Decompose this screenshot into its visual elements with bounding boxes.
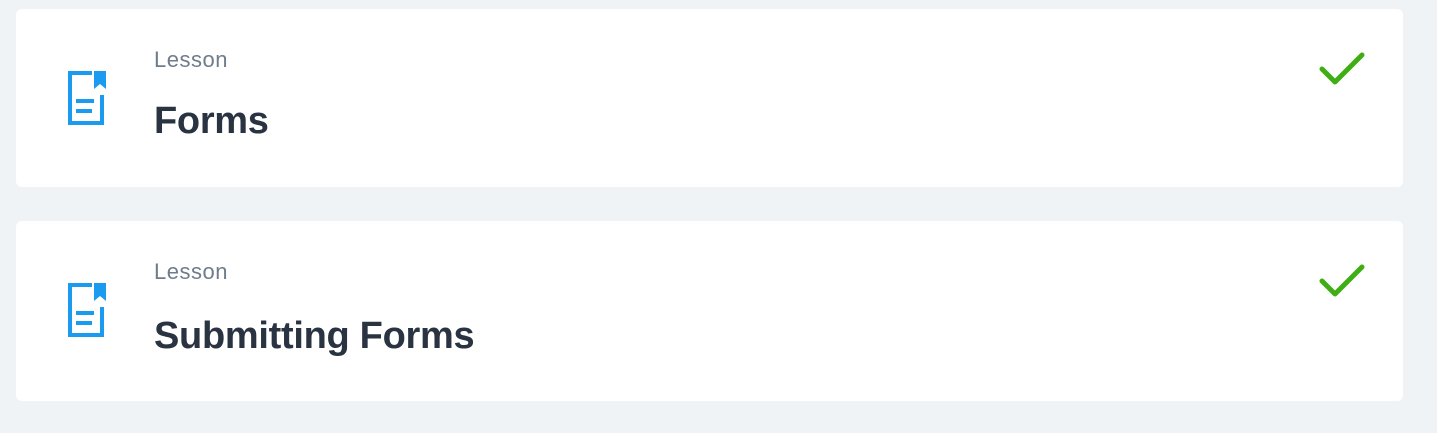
- lesson-title[interactable]: Forms: [154, 100, 269, 143]
- lesson-list: Lesson Forms Lesson Submitting Forms: [0, 0, 1437, 433]
- lesson-card-forms[interactable]: Lesson Forms: [16, 9, 1403, 187]
- lesson-document-icon: [68, 283, 106, 337]
- checkmark-icon: [1319, 52, 1365, 85]
- lesson-title[interactable]: Submitting Forms: [154, 315, 475, 358]
- lesson-type-label: Lesson: [154, 259, 228, 284]
- checkmark-icon: [1319, 264, 1365, 297]
- lesson-document-icon: [68, 71, 106, 125]
- lesson-card-submitting-forms[interactable]: Lesson Submitting Forms: [16, 221, 1403, 401]
- lesson-type-label: Lesson: [154, 47, 228, 72]
